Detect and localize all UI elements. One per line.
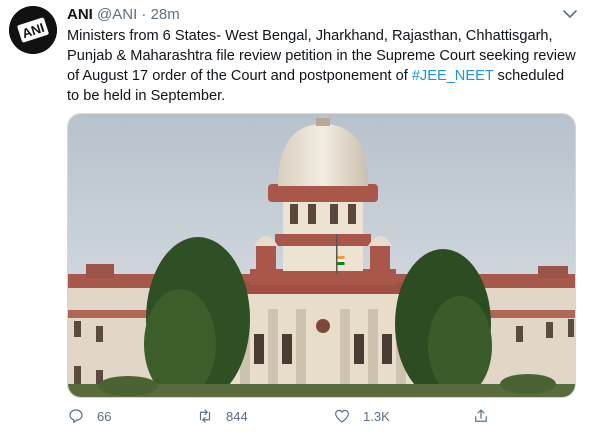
chevron-down-icon[interactable] [563, 9, 577, 19]
like-button[interactable]: 1.3K [333, 404, 390, 428]
header-separator: · [141, 6, 147, 23]
reply-count: 66 [97, 408, 112, 424]
retweet-button[interactable]: 844 [196, 404, 248, 428]
author-handle[interactable]: @ANI [97, 6, 137, 23]
reply-icon [69, 409, 83, 423]
tweet-actions: 66 844 1.3K [67, 404, 577, 428]
retweet-count: 844 [226, 408, 248, 424]
ani-logo-icon: ANI [9, 6, 57, 54]
tweet-header: ANI @ANI · 28m [67, 6, 180, 24]
hashtag-link[interactable]: #JEE_NEET [412, 68, 494, 84]
share-icon [475, 409, 487, 422]
heart-icon [335, 409, 349, 423]
avatar[interactable]: ANI [9, 6, 57, 54]
author-name[interactable]: ANI [67, 6, 93, 23]
supreme-court-photo-icon [68, 114, 575, 397]
reply-button[interactable]: 66 [67, 404, 111, 428]
like-count: 1.3K [363, 408, 390, 424]
tweet-time[interactable]: 28m [151, 6, 180, 23]
share-button[interactable] [472, 404, 502, 428]
tweet-text: Ministers from 6 States- West Bengal, Jh… [67, 26, 577, 106]
retweet-icon [199, 409, 211, 423]
tweet-media[interactable] [67, 113, 576, 398]
tweet[interactable]: ANI ANI @ANI · 28m Ministers from 6 Stat… [0, 0, 591, 432]
